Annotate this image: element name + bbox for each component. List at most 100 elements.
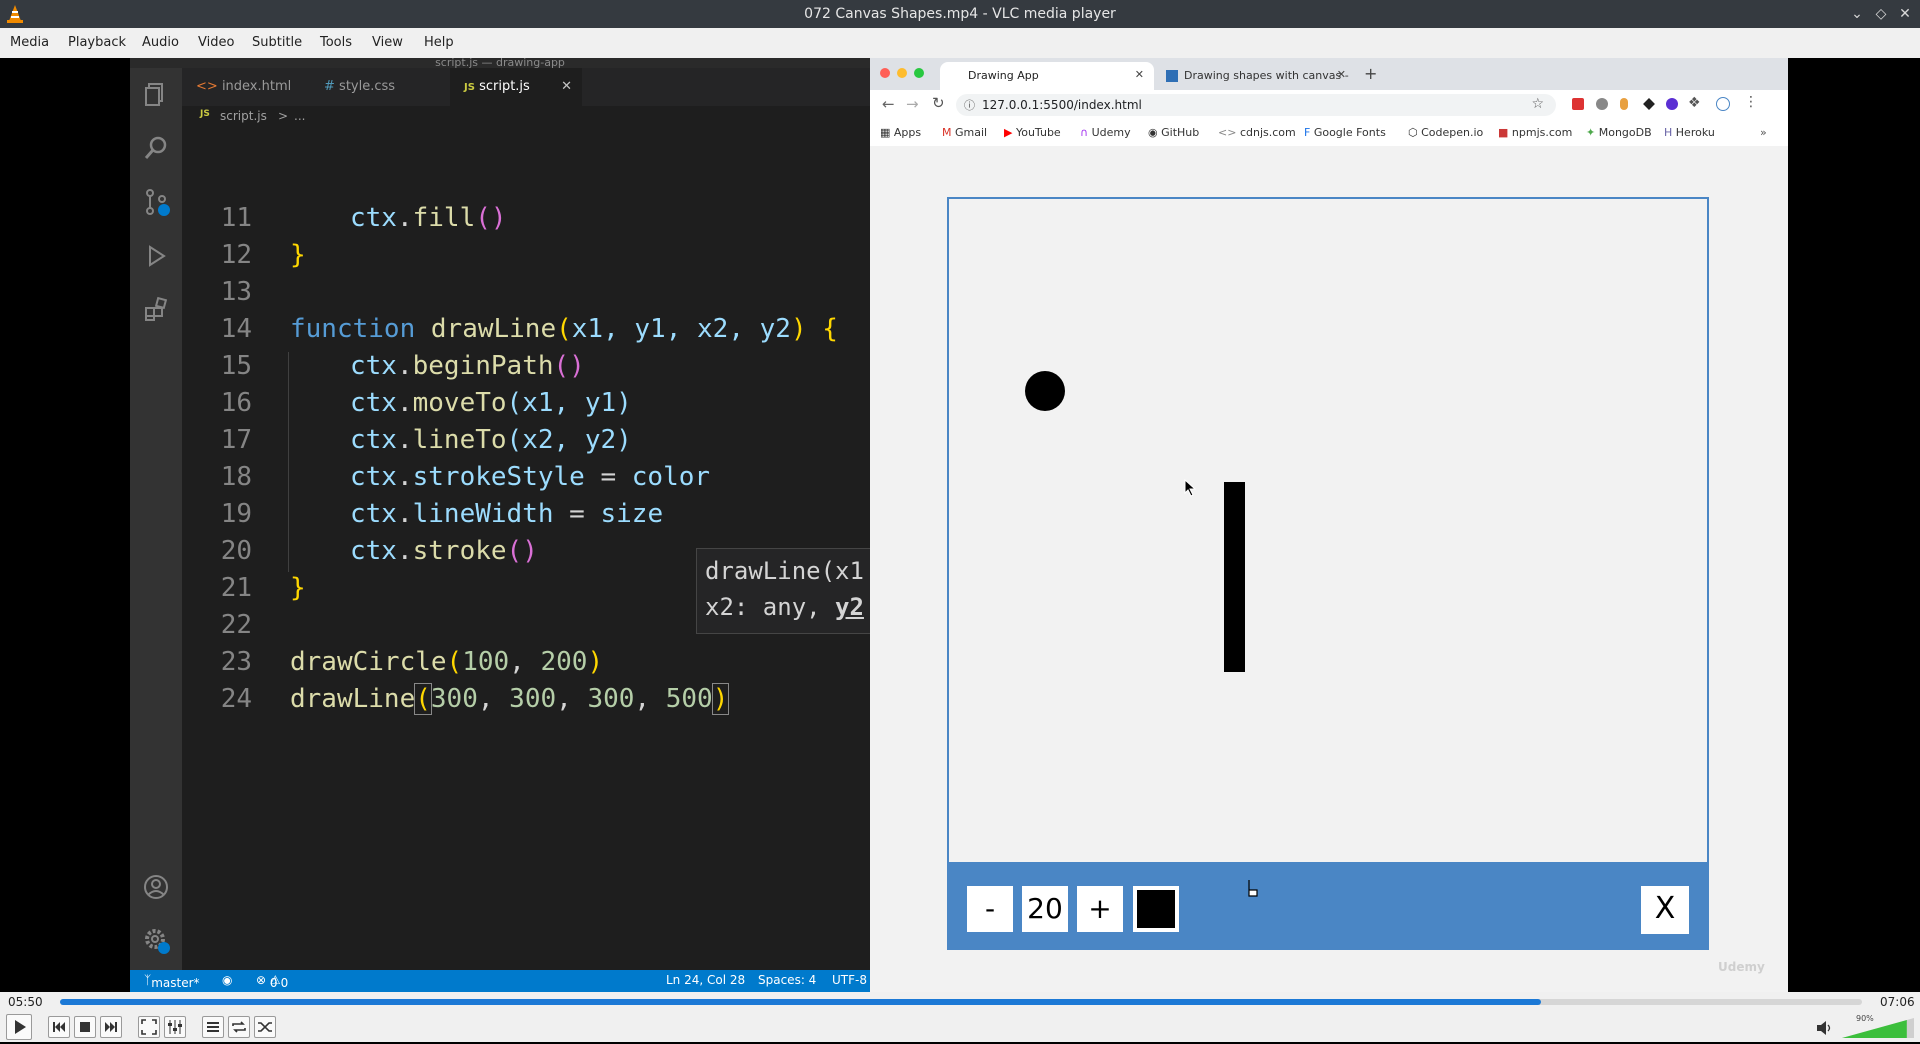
back-icon[interactable]: ← xyxy=(882,95,895,113)
status-bar: ᛉ master* ◉ ⊗ 0 ⚠ 0 Ln 24, Col 28 Spaces… xyxy=(130,970,870,992)
bookmark-udemy[interactable]: ∩ Udemy xyxy=(1080,126,1131,139)
sync-icon[interactable]: ◉ xyxy=(222,973,232,987)
mdn-favicon-icon xyxy=(1166,70,1178,82)
browser-tab-drawing-app[interactable]: Drawing App ✕ xyxy=(940,62,1154,90)
drawing-canvas[interactable] xyxy=(947,197,1709,864)
loop-button[interactable] xyxy=(228,1016,250,1038)
maximize-button[interactable]: ◇ xyxy=(1872,5,1890,23)
close-tab-icon[interactable]: ✕ xyxy=(1337,68,1346,81)
extension-icon[interactable] xyxy=(1620,98,1628,110)
mac-close-icon[interactable] xyxy=(880,68,890,78)
stop-button[interactable] xyxy=(74,1016,96,1038)
reload-icon[interactable]: ↻ xyxy=(932,94,945,112)
browser-tab-canvas-docs[interactable]: Drawing shapes with canvas - ✕ xyxy=(1156,62,1356,90)
heroku-icon: H xyxy=(1664,126,1673,139)
extensions-puzzle-icon[interactable]: ❖ xyxy=(1688,95,1701,111)
close-button[interactable]: ✕ xyxy=(1896,5,1914,23)
previous-button[interactable] xyxy=(48,1016,70,1038)
mac-maximize-icon[interactable] xyxy=(914,68,924,78)
close-tab-icon[interactable]: ✕ xyxy=(561,68,572,106)
mac-minimize-icon[interactable] xyxy=(897,68,907,78)
menu-subtitle[interactable]: Subtitle xyxy=(252,35,302,50)
seek-progress xyxy=(60,999,1542,1005)
bookmark-star-icon[interactable]: ☆ xyxy=(1531,96,1544,112)
bookmark-codepen[interactable]: ⬡ Codepen.io xyxy=(1408,126,1483,139)
tab-index-html[interactable]: <> index.html xyxy=(182,68,310,106)
menu-video[interactable]: Video xyxy=(198,35,234,50)
menu-media[interactable]: Media xyxy=(10,35,49,50)
menu-help[interactable]: Help xyxy=(424,35,454,50)
extension-icon[interactable] xyxy=(1643,98,1655,110)
activity-bar xyxy=(130,68,182,980)
video-frame[interactable]: script.js — drawing-app <> index.html # … xyxy=(0,58,1920,992)
extended-settings-button[interactable] xyxy=(164,1016,186,1038)
breadcrumb-symbol[interactable]: ... xyxy=(294,109,305,123)
close-tab-icon[interactable]: ✕ xyxy=(1135,68,1144,81)
bookmark-google-fonts[interactable]: F Google Fonts xyxy=(1304,126,1386,139)
code-line-24: drawLine(300, 300, 300, 500) xyxy=(290,683,730,715)
url-bar[interactable]: ⓘ 127.0.0.1:5500/index.html ☆ xyxy=(956,94,1556,116)
tab-style-css[interactable]: # style.css xyxy=(310,68,450,106)
info-icon[interactable]: ⓘ xyxy=(964,97,975,113)
indentation-status[interactable]: Spaces: 4 xyxy=(758,973,816,987)
extension-icon[interactable] xyxy=(1596,98,1608,110)
drawn-circle xyxy=(1025,371,1065,411)
decrease-size-button[interactable]: - xyxy=(967,886,1013,932)
bookmark-npmjs[interactable]: ■ npmjs.com xyxy=(1498,126,1572,139)
playlist-button[interactable] xyxy=(202,1016,224,1038)
menu-tools[interactable]: Tools xyxy=(320,35,352,50)
tab-script-js[interactable]: JS script.js ✕ xyxy=(450,68,582,106)
seek-slider[interactable] xyxy=(60,999,1862,1005)
next-button[interactable] xyxy=(100,1016,122,1038)
shuffle-button[interactable] xyxy=(254,1016,276,1038)
encoding-status[interactable]: UTF-8 xyxy=(832,973,867,987)
menu-audio[interactable]: Audio xyxy=(142,35,179,50)
bookmark-heroku[interactable]: H Heroku xyxy=(1664,126,1715,139)
more-bookmarks-icon[interactable]: » xyxy=(1760,126,1767,139)
seek-row: 05:50 07:06 xyxy=(0,992,1920,1012)
code-line-11: ctx.fill() xyxy=(350,203,507,233)
line-number: 14 xyxy=(220,314,252,344)
forward-icon[interactable]: → xyxy=(906,95,919,113)
menu-playback[interactable]: Playback xyxy=(68,35,126,50)
bookmark-mongodb[interactable]: ✦ MongoDB xyxy=(1586,126,1652,139)
clear-canvas-button[interactable]: X xyxy=(1641,886,1689,934)
drawn-line xyxy=(1224,482,1245,672)
speaker-icon[interactable] xyxy=(1816,1020,1834,1036)
breadcrumb-file[interactable]: script.js xyxy=(220,109,267,123)
bookmark-apps[interactable]: ▦ Apps xyxy=(880,126,921,139)
extension-icon[interactable] xyxy=(1666,98,1678,110)
extensions-icon[interactable] xyxy=(142,296,170,324)
profile-icon[interactable] xyxy=(1716,97,1730,111)
volume-slider[interactable]: 90% xyxy=(1840,1014,1916,1040)
bookmark-github[interactable]: ◉ GitHub xyxy=(1148,126,1199,139)
settings-gear-icon[interactable] xyxy=(142,926,170,954)
fullscreen-button[interactable] xyxy=(138,1016,160,1038)
color-picker[interactable] xyxy=(1133,886,1179,932)
increase-size-button[interactable]: + xyxy=(1077,886,1123,932)
breadcrumb: JS script.js > ... xyxy=(182,106,870,128)
search-icon[interactable] xyxy=(142,134,170,162)
codepen-icon: ⬡ xyxy=(1408,126,1418,139)
problems-status[interactable]: ⊗ 0 ⚠ 0 xyxy=(256,973,288,990)
run-debug-icon[interactable] xyxy=(142,242,170,270)
bookmark-gmail[interactable]: M Gmail xyxy=(942,126,987,139)
cursor-position[interactable]: Ln 24, Col 28 xyxy=(666,973,745,987)
play-button[interactable] xyxy=(6,1014,32,1040)
bookmark-cdnjs[interactable]: <> cdnjs.com xyxy=(1218,126,1296,139)
branch-status[interactable]: ᛉ master* xyxy=(144,973,200,990)
tab-label: Drawing shapes with canvas - xyxy=(1184,69,1349,82)
tooltip-signature: drawLine(x1 xyxy=(705,557,864,585)
extension-icon[interactable] xyxy=(1572,98,1584,110)
vscode-titlebar: script.js — drawing-app xyxy=(130,58,870,69)
menu-bar: Media Playback Audio Video Subtitle Tool… xyxy=(0,28,1920,59)
bookmark-youtube[interactable]: ▶ YouTube xyxy=(1004,126,1061,139)
more-menu-icon[interactable]: ⋮ xyxy=(1744,94,1758,110)
new-tab-icon[interactable]: + xyxy=(1364,64,1377,83)
account-icon[interactable] xyxy=(142,873,170,901)
minimize-button[interactable]: ⌄ xyxy=(1848,5,1866,23)
source-control-icon[interactable] xyxy=(142,188,170,216)
color-swatch xyxy=(1137,890,1175,928)
explorer-icon[interactable] xyxy=(142,80,170,108)
menu-view[interactable]: View xyxy=(372,35,403,50)
